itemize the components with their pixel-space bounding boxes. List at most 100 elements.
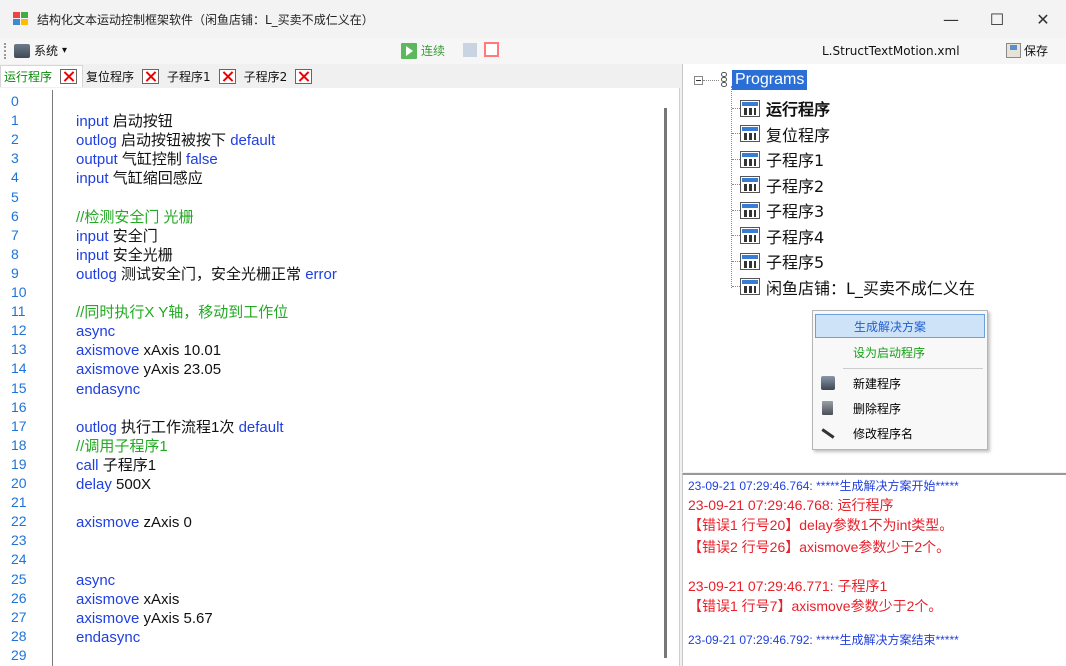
file-name-label: L.StructTextMotion.xml [822,44,960,58]
code-line[interactable]: //同时执行X Y轴，移动到工作位 [76,303,288,322]
tab-reset-program[interactable]: 复位程序 [83,65,164,87]
line-number: 11 [11,303,26,320]
code-line[interactable]: //检测安全门 光栅 [76,208,194,227]
code-line[interactable]: endasync [76,628,140,647]
close-icon[interactable] [295,68,313,84]
close-icon[interactable] [218,68,236,84]
menu-item-generate-solution[interactable]: 生成解决方案 [815,314,985,338]
line-number: 13 [11,341,27,358]
system-menu-label: 系统 [34,44,59,58]
line-number: 8 [11,245,19,262]
code-line[interactable]: async [76,571,115,590]
code-line[interactable]: outlog 测试安全门，安全光栅正常 error [76,265,337,284]
run-continuous-button[interactable]: 连续 [401,42,445,59]
code-text: 启动按钮被按下 [121,132,231,150]
code-line[interactable]: input 气缸缩回感应 [76,169,203,188]
output-log-panel[interactable]: 23-09-21 07:29:46.764: *****生成解决方案开始****… [682,473,1066,666]
close-icon[interactable] [142,68,160,84]
tree-item-program[interactable]: 子程序2 [732,173,824,197]
code-line[interactable]: axismove yAxis 5.67 [76,609,213,628]
code-keyword: outlog [76,132,122,150]
gear-chain-icon [719,71,729,89]
code-line[interactable]: axismove xAxis 10.01 [76,341,221,360]
code-line[interactable]: outlog 启动按钮被按下 default [76,131,275,150]
tab-label: 子程序1 [167,69,211,84]
tree-item-program[interactable]: 运行程序 [732,96,830,120]
log-line: 【错误2 行号26】axismove参数少于2个。 [688,539,951,555]
tree-item-program[interactable]: 子程序1 [732,147,824,171]
code-line[interactable]: input 安全门 [76,227,158,246]
code-line[interactable]: output 气缸控制 false [76,150,218,169]
code-keyword: error [305,265,337,283]
code-line[interactable]: outlog 执行工作流程1次 default [76,418,284,437]
line-number: 24 [11,551,27,568]
tab-subprogram-2[interactable]: 子程序2 [241,65,318,87]
tree-item-program[interactable]: 子程序3 [732,198,824,222]
code-text: 500X [116,476,152,493]
code-line[interactable]: input 安全光栅 [76,246,173,265]
tree-connector [732,184,740,185]
tab-label: 运行程序 [4,70,53,84]
menu-item-rename-program[interactable]: 修改程序名 [815,421,985,445]
save-label: 保存 [1024,44,1049,58]
menu-item-set-startup[interactable]: 设为启动程序 [815,340,985,364]
tree-item-program[interactable]: 闲鱼店铺：L_买卖不成仁义在 [732,275,975,299]
close-button[interactable]: ✕ [1020,0,1066,38]
code-line[interactable]: delay 500X [76,475,151,494]
toolbar-grip[interactable] [4,43,6,59]
editor-scrollbar[interactable] [664,108,667,658]
log-line: 23-09-21 07:29:46.771: 子程序1 [688,578,888,594]
code-text: xAxis [143,590,180,608]
tree-connector [732,107,740,109]
tree-item-label: 子程序5 [766,253,825,272]
code-line[interactable]: //调用子程序1 [76,437,168,456]
code-line[interactable]: axismove xAxis [76,590,179,609]
tree-root-programs[interactable]: Programs [694,70,808,90]
code-line[interactable]: input 启动按钮 [76,112,173,131]
collapse-icon[interactable] [694,75,703,85]
minimize-button[interactable]: — [928,0,974,38]
code-keyword: axismove [76,342,144,360]
line-number: 9 [11,264,19,281]
tree-item-label: 子程序4 [766,227,825,247]
tab-run-program[interactable]: 运行程序 [0,65,84,87]
save-button[interactable]: 保存 [1006,42,1048,59]
code-keyword: endasync [76,380,141,398]
code-text: zAxis 0 [143,514,192,532]
menu-item-label: 删除程序 [853,401,902,416]
system-menu-button[interactable]: 系统 ▾ [14,42,67,59]
line-number: 5 [11,188,19,205]
code-keyword: input [76,113,113,131]
line-number: 20 [11,475,27,491]
code-line[interactable]: call 子程序1 [76,456,156,475]
tree-item-program[interactable]: 复位程序 [732,122,830,146]
tab-subprogram-1[interactable]: 子程序1 [164,65,241,87]
code-keyword: call [76,456,103,474]
menu-item-new-program[interactable]: 新建程序 [815,371,985,395]
code-text: 安全门 [112,227,158,245]
close-icon[interactable] [60,69,78,84]
pause-icon[interactable] [463,43,477,57]
title-bar: 结构化文本运动控制框架软件（闲鱼店铺：L_买卖不成仁义在） — ☐ ✕ [0,0,1066,38]
code-keyword: output [76,151,122,169]
code-line[interactable]: axismove zAxis 0 [76,513,192,532]
tab-strip: 运行程序 复位程序 子程序1 子程序2 [0,64,682,88]
menu-item-label: 新建程序 [853,376,902,391]
line-number: 14 [11,360,27,377]
tree-item-program[interactable]: 子程序4 [732,224,824,248]
code-line[interactable]: async [76,322,115,341]
tree-item-program[interactable]: 子程序5 [732,249,824,273]
maximize-button[interactable]: ☐ [974,0,1020,38]
code-line[interactable]: endasync [76,380,140,399]
code-editor[interactable]: 0 1 2 3 4 5 6 7 8 9 10 11 12 13 14 15 16 17 18 19 20 21 22 23 24… [0,88,680,666]
menu-item-label: 生成解决方案 [854,319,927,334]
program-file-icon [740,227,760,244]
code-keyword: input [76,170,113,188]
menu-separator [843,368,983,369]
context-menu: 生成解决方案 设为启动程序 新建程序 删除程序 修改程序名 [812,310,988,450]
stop-icon[interactable] [484,42,499,57]
code-comment: //调用子程序1 [76,437,168,455]
menu-item-delete-program[interactable]: 删除程序 [815,396,985,420]
code-line[interactable]: axismove yAxis 23.05 [76,360,221,379]
log-line: 【错误1 行号7】axismove参数少于2个。 [688,598,943,614]
